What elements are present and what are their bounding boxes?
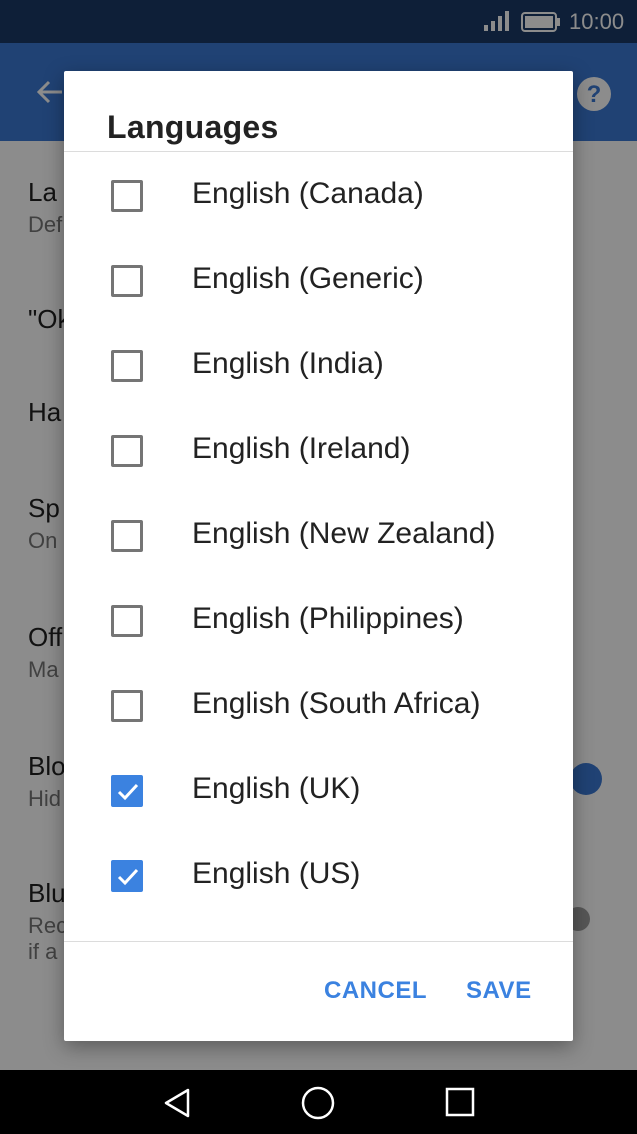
language-label: English (US): [192, 857, 361, 890]
back-nav-icon[interactable]: [160, 1086, 194, 1125]
languages-dialog: Languages English (Canada) English (Gene…: [64, 71, 573, 1041]
checkbox[interactable]: [111, 265, 143, 297]
checkbox[interactable]: [111, 350, 143, 382]
list-item[interactable]: English (Ireland): [64, 408, 573, 493]
language-label: English (India): [192, 347, 384, 380]
checkbox-checked[interactable]: [111, 860, 143, 892]
list-item[interactable]: English (Philippines): [64, 578, 573, 663]
navigation-bar: [0, 1070, 637, 1134]
cancel-button[interactable]: CANCEL: [324, 977, 427, 1005]
check-icon: [117, 868, 139, 886]
divider: [64, 151, 573, 152]
checkbox[interactable]: [111, 435, 143, 467]
divider: [64, 941, 573, 942]
checkbox[interactable]: [111, 180, 143, 212]
dialog-actions: CANCEL SAVE: [64, 943, 573, 1041]
list-item[interactable]: English (New Zealand): [64, 493, 573, 578]
checkbox-checked[interactable]: [111, 775, 143, 807]
checkbox[interactable]: [111, 690, 143, 722]
language-label: English (Ireland): [192, 432, 411, 465]
language-label: English (Generic): [192, 262, 424, 295]
list-item[interactable]: English (Generic): [64, 238, 573, 323]
checkbox[interactable]: [111, 605, 143, 637]
home-nav-icon[interactable]: [301, 1086, 335, 1125]
list-item[interactable]: English (South Africa): [64, 663, 573, 748]
list-item[interactable]: English (Canada): [64, 153, 573, 238]
list-item[interactable]: English (India): [64, 323, 573, 408]
check-icon: [117, 783, 139, 801]
recents-nav-icon[interactable]: [444, 1086, 476, 1123]
dialog-title: Languages: [107, 109, 279, 145]
list-item[interactable]: English (US): [64, 833, 573, 918]
language-label: English (South Africa): [192, 687, 481, 720]
language-label: English (Philippines): [192, 602, 464, 635]
language-label: English (UK): [192, 772, 361, 805]
list-item[interactable]: English (UK): [64, 748, 573, 833]
language-label: English (Canada): [192, 177, 424, 210]
language-label: English (New Zealand): [192, 517, 496, 550]
checkbox[interactable]: [111, 520, 143, 552]
save-button[interactable]: SAVE: [466, 977, 532, 1005]
